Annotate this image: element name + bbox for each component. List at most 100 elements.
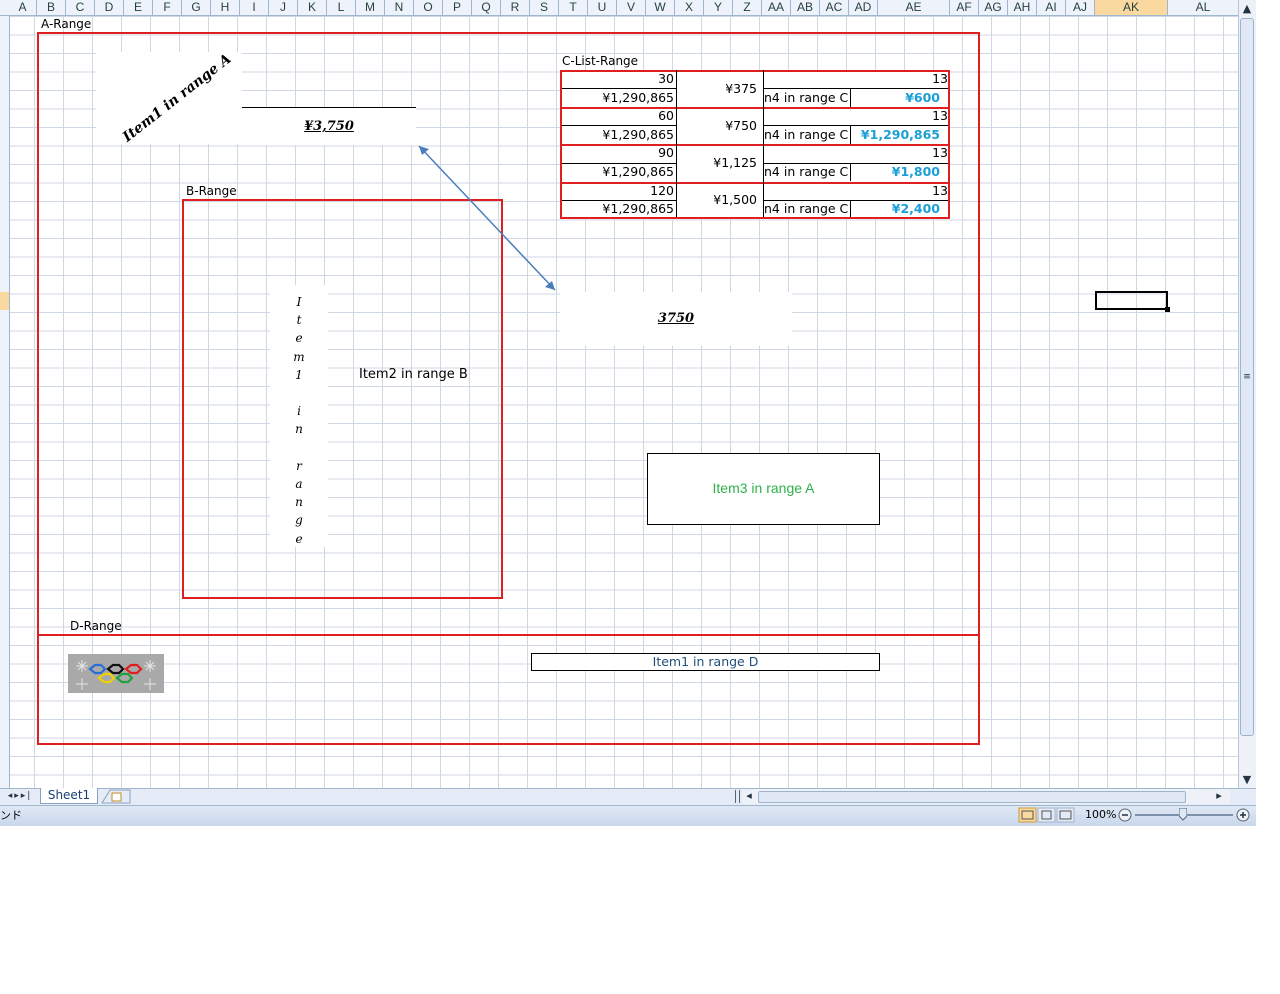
- horizontal-scroll-thumb[interactable]: [758, 791, 1186, 803]
- column-header-d[interactable]: D: [95, 0, 124, 15]
- selected-row-indicator: [0, 292, 9, 310]
- clist-qty: 120: [650, 182, 674, 198]
- item2-range-b-text: Item2 in range B: [359, 367, 468, 382]
- b-range-label: B-Range: [186, 184, 237, 198]
- column-header-ak[interactable]: AK: [1095, 0, 1168, 15]
- item1-range-a-text: Item1 in range A: [119, 52, 235, 144]
- column-header-f[interactable]: F: [153, 0, 182, 15]
- scroll-up-icon[interactable]: ▲: [1240, 2, 1254, 16]
- column-header-y[interactable]: Y: [704, 0, 733, 15]
- horizontal-scrollbar[interactable]: ◂ ▸: [742, 789, 1230, 804]
- column-header-k[interactable]: K: [298, 0, 327, 15]
- column-header-l[interactable]: L: [327, 0, 356, 15]
- a-range-label: A-Range: [41, 17, 92, 31]
- fill-handle[interactable]: [1165, 307, 1170, 312]
- column-header-h[interactable]: H: [211, 0, 240, 15]
- item3-range-a-text: Item3 in range A: [712, 480, 815, 496]
- clist-row-divider: [763, 162, 950, 164]
- clist-count: 13: [932, 71, 948, 86]
- column-header-ai[interactable]: AI: [1037, 0, 1066, 15]
- column-header-ah[interactable]: AH: [1008, 0, 1037, 15]
- clist-label: n4 in range C: [764, 126, 849, 142]
- clist-col-divider: [676, 70, 677, 217]
- scroll-right-icon[interactable]: ▸: [1214, 789, 1224, 803]
- arrow-head-end: [545, 281, 555, 290]
- clist-row-divider: [560, 162, 677, 164]
- zoom-slider-thumb[interactable]: [1178, 807, 1188, 821]
- tab-split-handle[interactable]: [735, 790, 740, 803]
- active-cell[interactable]: [1095, 291, 1168, 310]
- clist-amount: ¥600: [905, 89, 940, 105]
- clist-total: ¥1,290,865: [602, 126, 674, 142]
- column-header-b[interactable]: B: [37, 0, 66, 15]
- column-header-ad[interactable]: AD: [849, 0, 878, 15]
- insert-sheet-button[interactable]: [100, 789, 132, 804]
- column-header-ac[interactable]: AC: [820, 0, 849, 15]
- column-header: A B C D E F G H I J K L M N O P Q R S T U V W X Y Z AA AB AC AD AE AF AG…: [0, 0, 1239, 16]
- column-header-q[interactable]: Q: [472, 0, 501, 15]
- connector-arrow[interactable]: [410, 140, 565, 300]
- column-header-n[interactable]: N: [385, 0, 414, 15]
- column-header-m[interactable]: M: [356, 0, 385, 15]
- column-header-u[interactable]: U: [588, 0, 617, 15]
- price-shape[interactable]: ¥3,750: [242, 107, 416, 145]
- column-header-g[interactable]: G: [182, 0, 211, 15]
- zoom-level[interactable]: 100%: [1085, 808, 1116, 821]
- value-3750-text: 3750: [657, 311, 695, 326]
- clist-row-divider: [560, 88, 677, 90]
- olympic-rings-image[interactable]: [68, 654, 164, 693]
- column-header-j[interactable]: J: [269, 0, 298, 15]
- clist-count: 13: [932, 145, 948, 161]
- zoom-in-icon[interactable]: [1235, 807, 1251, 823]
- column-header-o[interactable]: O: [414, 0, 443, 15]
- clist-total: ¥1,290,865: [602, 89, 674, 105]
- clist-label: n4 in range C: [764, 89, 849, 105]
- column-header-t[interactable]: T: [559, 0, 588, 15]
- page-layout-icon: [1037, 807, 1056, 823]
- tab-sheet1[interactable]: Sheet1: [40, 788, 98, 804]
- clist-label: n4 in range C: [764, 201, 849, 217]
- item1-range-a-shape[interactable]: Item1 in range A: [96, 52, 242, 144]
- column-header-al[interactable]: AL: [1168, 0, 1239, 15]
- item1-range-b-shape[interactable]: Item1 in range: [270, 285, 328, 547]
- column-header-e[interactable]: E: [124, 0, 153, 15]
- column-header-w[interactable]: W: [646, 0, 675, 15]
- clist-group-border: [560, 144, 950, 147]
- column-header-s[interactable]: S: [530, 0, 559, 15]
- column-header-aa[interactable]: AA: [762, 0, 791, 15]
- clist-row-divider: [560, 199, 677, 201]
- scroll-down-icon[interactable]: ▼: [1240, 773, 1254, 787]
- column-header-r[interactable]: R: [501, 0, 530, 15]
- zoom-out-icon[interactable]: [1117, 807, 1133, 823]
- column-header-z[interactable]: Z: [733, 0, 762, 15]
- clist-price: ¥1,500: [713, 192, 757, 208]
- clist-bottom-border: [560, 217, 950, 219]
- value-3750-shape[interactable]: 3750: [560, 292, 792, 346]
- column-header-ag[interactable]: AG: [979, 0, 1008, 15]
- clist-row-divider: [763, 199, 950, 201]
- clist-price: ¥375: [725, 80, 757, 96]
- olympic-rings-icon: [76, 660, 156, 690]
- scroll-left-icon[interactable]: ◂: [744, 789, 754, 803]
- clist-amount: ¥1,800: [891, 164, 940, 179]
- item1-range-b-text: Item1 in range: [293, 295, 305, 546]
- column-header-p[interactable]: P: [443, 0, 472, 15]
- column-header-a[interactable]: A: [9, 0, 37, 15]
- c-list-table[interactable]: 30 ¥1,290,865 ¥375 13 n4 in range C ¥600 60 ¥1,…: [560, 70, 950, 219]
- column-header-c[interactable]: C: [66, 0, 95, 15]
- item1-range-d-shape[interactable]: Item1 in range D: [531, 653, 880, 671]
- column-header-v[interactable]: V: [617, 0, 646, 15]
- column-header-aj[interactable]: AJ: [1066, 0, 1095, 15]
- clist-col-divider: [850, 125, 851, 144]
- column-header-ab[interactable]: AB: [791, 0, 820, 15]
- view-buttons[interactable]: [1018, 807, 1076, 823]
- tab-nav-icons[interactable]: ◂▸▸|: [0, 789, 40, 803]
- column-header-x[interactable]: X: [675, 0, 704, 15]
- clist-col-divider: [850, 88, 851, 107]
- column-header-af[interactable]: AF: [950, 0, 979, 15]
- clist-col-divider: [850, 162, 851, 182]
- item3-range-a-shape[interactable]: Item3 in range A: [647, 453, 880, 525]
- price-text: ¥3,750: [304, 119, 354, 134]
- column-header-i[interactable]: I: [240, 0, 269, 15]
- column-header-ae[interactable]: AE: [878, 0, 950, 15]
